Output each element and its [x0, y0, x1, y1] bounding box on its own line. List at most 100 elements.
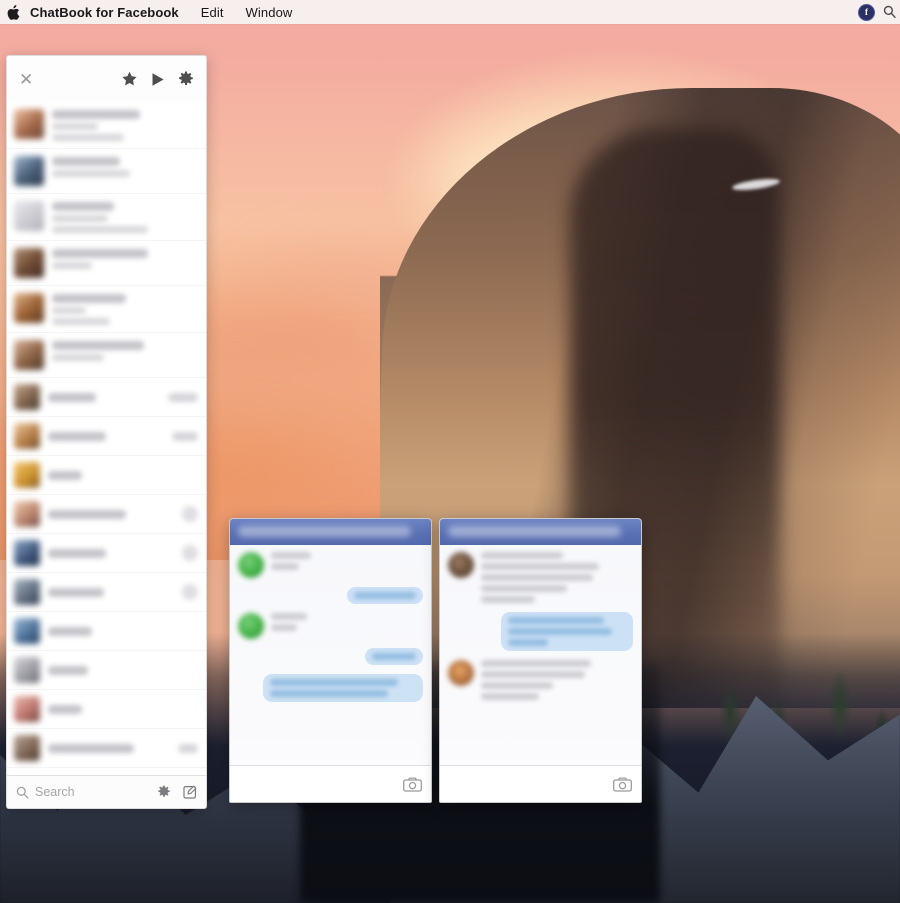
message-incoming	[448, 660, 633, 700]
list-item[interactable]	[7, 729, 206, 768]
sidebar-footer-toolbar	[7, 775, 206, 808]
message-line	[481, 596, 535, 603]
close-icon[interactable]: ✕	[19, 71, 33, 88]
list-item-text	[52, 156, 198, 177]
chat-window-2-messages[interactable]	[440, 545, 641, 765]
settings-gear-icon[interactable]	[157, 785, 171, 799]
message-line	[508, 617, 604, 624]
sidebar-header: ✕	[7, 56, 206, 102]
avatar	[238, 552, 264, 578]
contact-name	[48, 588, 104, 597]
list-item[interactable]	[7, 573, 206, 612]
menu-bar-status-area: f	[858, 0, 900, 24]
list-item-meta	[182, 545, 198, 561]
camera-attachment-icon[interactable]	[403, 776, 422, 792]
play-triangle-icon[interactable]	[151, 72, 165, 87]
search-input[interactable]	[35, 785, 151, 799]
list-item[interactable]	[7, 378, 206, 417]
conversation-list[interactable]	[7, 102, 206, 775]
message-preview-2	[52, 318, 110, 325]
message-line	[481, 682, 553, 689]
message-text	[481, 552, 599, 603]
message-line	[481, 574, 593, 581]
chat-window-1-input-bar[interactable]	[230, 765, 431, 802]
message-line	[508, 639, 548, 646]
favorites-star-icon[interactable]	[121, 71, 138, 87]
camera-attachment-icon[interactable]	[613, 776, 632, 792]
search-field[interactable]	[16, 785, 151, 799]
list-item[interactable]	[7, 241, 206, 286]
list-item[interactable]	[7, 456, 206, 495]
message-bubble	[501, 612, 633, 651]
message-outgoing	[448, 612, 633, 651]
contact-name	[48, 471, 82, 480]
message-text	[271, 613, 307, 639]
list-item[interactable]	[7, 612, 206, 651]
list-item-text	[48, 626, 198, 636]
list-item[interactable]	[7, 651, 206, 690]
list-item[interactable]	[7, 102, 206, 149]
message-outgoing	[238, 674, 423, 702]
list-item-text	[52, 293, 198, 325]
list-item[interactable]	[7, 149, 206, 194]
message-line	[271, 624, 297, 631]
message-incoming	[238, 613, 423, 639]
message-line	[271, 613, 307, 620]
message-line	[481, 585, 567, 592]
contact-name	[48, 510, 126, 519]
list-item-text	[48, 470, 198, 480]
list-item-meta	[172, 431, 198, 441]
list-item[interactable]	[7, 417, 206, 456]
avatar	[448, 552, 474, 578]
message-line	[372, 653, 416, 660]
message-preview-2	[52, 226, 148, 233]
contact-name	[52, 202, 114, 211]
settings-gear-icon[interactable]	[178, 71, 194, 87]
message-line	[481, 660, 591, 667]
chat-window-1[interactable]	[229, 518, 432, 803]
message-line	[481, 552, 563, 559]
message-outgoing	[238, 648, 423, 665]
chat-window-1-titlebar[interactable]	[230, 519, 431, 545]
list-item[interactable]	[7, 333, 206, 378]
menu-app-name[interactable]: ChatBook for Facebook	[26, 0, 190, 24]
message-preview	[52, 354, 104, 361]
apple-logo-icon[interactable]	[0, 0, 26, 24]
list-item[interactable]	[7, 286, 206, 333]
avatar	[448, 660, 474, 686]
spotlight-search-icon[interactable]	[883, 5, 896, 19]
contact-name	[52, 341, 144, 350]
message-text	[271, 552, 311, 578]
message-line	[354, 592, 416, 599]
chat-window-2-titlebar[interactable]	[440, 519, 641, 545]
message-preview	[52, 307, 86, 314]
contact-name	[48, 705, 82, 714]
chat-window-2-input-bar[interactable]	[440, 765, 641, 802]
menu-item-window[interactable]: Window	[235, 0, 304, 24]
list-item[interactable]	[7, 495, 206, 534]
list-item-text	[48, 704, 198, 714]
menu-item-edit[interactable]: Edit	[190, 0, 235, 24]
chat-window-1-messages[interactable]	[230, 545, 431, 765]
message-outgoing	[238, 587, 423, 604]
list-item[interactable]	[7, 534, 206, 573]
list-item-text	[52, 201, 198, 233]
compose-new-message-icon[interactable]	[183, 785, 197, 799]
avatar	[14, 384, 40, 410]
list-item[interactable]	[7, 690, 206, 729]
avatar	[238, 613, 264, 639]
list-item-text	[52, 248, 198, 269]
chatbook-badge-letter: f	[858, 3, 875, 21]
list-item[interactable]	[7, 194, 206, 241]
chatbook-menu-badge-icon[interactable]: f	[858, 3, 875, 21]
avatar	[14, 293, 44, 323]
avatar	[14, 735, 40, 761]
avatar	[14, 248, 44, 278]
message-preview	[52, 123, 98, 130]
avatar	[14, 462, 40, 488]
contact-name	[52, 157, 120, 166]
list-item-text	[48, 587, 176, 597]
contact-name	[48, 549, 106, 558]
chat-window-2[interactable]	[439, 518, 642, 803]
message-incoming	[448, 552, 633, 603]
